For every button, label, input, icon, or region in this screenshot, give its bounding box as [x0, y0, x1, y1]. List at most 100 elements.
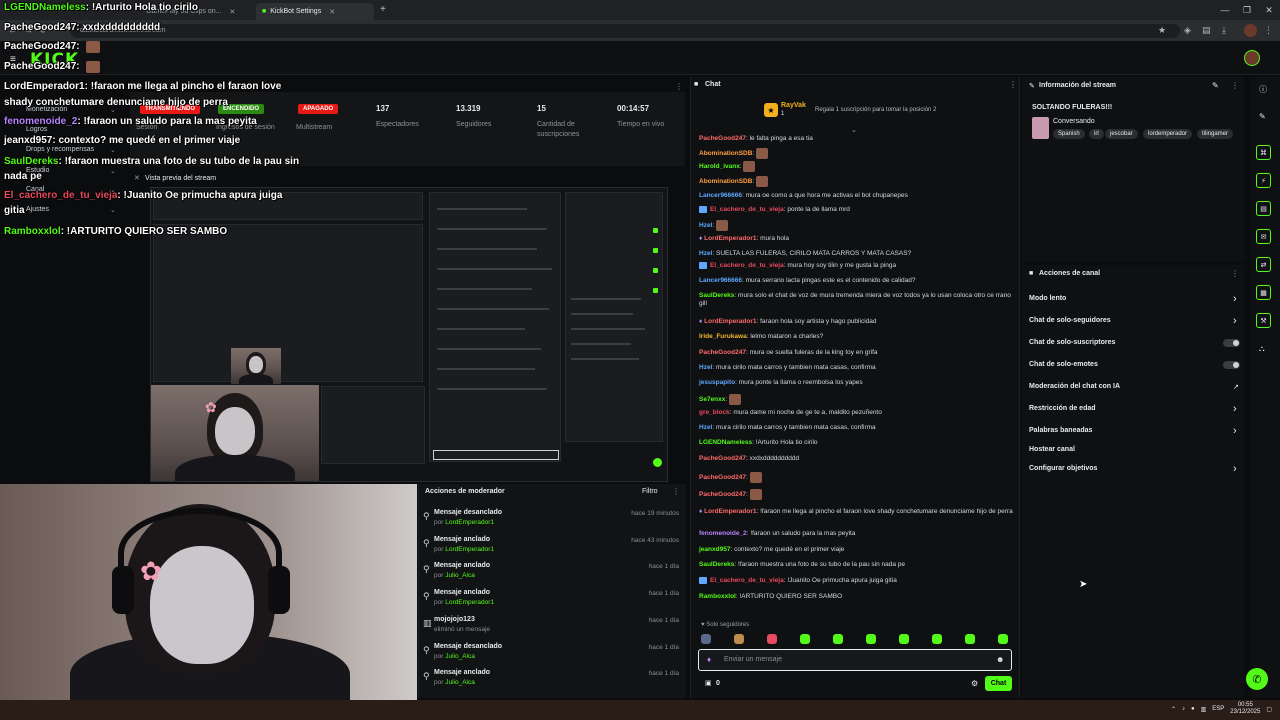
scroll-down-icon[interactable]: ⌄: [851, 126, 857, 134]
chat-username[interactable]: fenomenoide_2: [699, 530, 747, 537]
emote-button[interactable]: [932, 634, 942, 644]
chat-username[interactable]: Hzel: [699, 222, 712, 229]
chat-username[interactable]: LordEmperador1: [704, 318, 756, 325]
chat-username[interactable]: LordEmperador1: [704, 508, 756, 515]
category-name[interactable]: Conversando: [1053, 118, 1095, 125]
sidebar-item-ajustes[interactable]: Ajustes: [26, 206, 49, 213]
close-tab-icon[interactable]: ✕: [329, 8, 335, 16]
gift-prompt[interactable]: Regala 1 suscripción para tomar la posic…: [815, 107, 936, 113]
extension-icon[interactable]: ◈: [1184, 25, 1191, 36]
rail-share-icon[interactable]: ⛬: [1259, 344, 1265, 354]
toggle-switch[interactable]: [1223, 339, 1240, 347]
filter-button[interactable]: Filtro: [642, 488, 658, 495]
chat-input[interactable]: ♦ Enviar un mensaje ☻: [698, 649, 1012, 671]
mod-action-user[interactable]: eliminó un mensaje: [434, 626, 490, 633]
chevron-right-icon[interactable]: ›: [1233, 315, 1237, 327]
emote-button[interactable]: [899, 634, 909, 644]
emote-button[interactable]: [734, 634, 744, 644]
emote-button[interactable]: [701, 634, 711, 644]
chat-username[interactable]: Harold_ivanx: [699, 163, 740, 170]
edit-icon[interactable]: ✎: [1212, 81, 1219, 90]
chat-username[interactable]: Hzel: [699, 250, 712, 257]
chat-username[interactable]: Hzel: [699, 424, 712, 431]
maximize-icon[interactable]: ❐: [1236, 0, 1258, 20]
chat-username[interactable]: PacheGood247: [699, 474, 746, 481]
new-tab-button[interactable]: +: [380, 4, 386, 15]
browser-tab-active[interactable]: ■ KickBot Settings ✕: [256, 3, 374, 20]
rail-bolt-icon[interactable]: ⚡: [1256, 173, 1271, 188]
mod-menu-icon[interactable]: ⋮: [672, 487, 680, 496]
user-avatar[interactable]: [1244, 50, 1260, 66]
stream-preview[interactable]: ✿: [150, 187, 668, 482]
points-icon[interactable]: ▣: [705, 679, 712, 687]
notification-icon[interactable]: ▢: [1266, 706, 1272, 713]
chat-username[interactable]: Se7enxx: [699, 396, 725, 403]
volume-icon[interactable]: ♪: [1182, 706, 1185, 712]
channel-action-item[interactable]: Hostear canal: [1029, 446, 1075, 453]
chat-username[interactable]: AbominationSDB: [699, 150, 752, 157]
mod-action-user[interactable]: LordEmperador1: [445, 599, 494, 606]
chat-username[interactable]: SaulDereks: [699, 292, 734, 299]
mod-action-user[interactable]: Julio_Alca: [445, 653, 475, 660]
stats-menu-icon[interactable]: ⋮: [675, 82, 683, 91]
bookmark-star-icon[interactable]: ★: [1158, 25, 1166, 36]
chat-username[interactable]: LordEmperador1: [704, 235, 756, 242]
rail-panel-icon[interactable]: ▦: [1256, 285, 1271, 300]
close-tab-icon[interactable]: ✕: [229, 8, 235, 16]
chat-settings-gear-icon[interactable]: ⚙: [971, 679, 978, 688]
mod-action-user[interactable]: Julio_Alca: [445, 572, 475, 579]
chevron-right-icon[interactable]: ›: [1233, 293, 1237, 305]
info-icon[interactable]: ⓘ: [1259, 84, 1267, 95]
emote-button[interactable]: [866, 634, 876, 644]
browser-menu-icon[interactable]: ⋮: [1264, 25, 1273, 36]
sidepanel-icon[interactable]: ▤: [1202, 25, 1211, 36]
channel-action-item[interactable]: Chat de solo-suscriptores: [1029, 339, 1115, 346]
chevron-right-icon[interactable]: ›: [1233, 425, 1237, 437]
chat-username[interactable]: SaulDereks: [699, 561, 734, 568]
chat-username[interactable]: PacheGood247: [699, 135, 746, 142]
chevron-right-icon[interactable]: ›: [1233, 463, 1237, 475]
sidebar-item-drops[interactable]: Drops y recompensas: [26, 146, 94, 153]
chat-username[interactable]: El_cachero_de_tu_vieja: [710, 577, 784, 584]
mod-action-user[interactable]: LordEmperador1: [445, 546, 494, 553]
profile-avatar[interactable]: [1244, 24, 1257, 37]
collapse-icon[interactable]: ✕: [134, 174, 140, 182]
chevron-right-icon[interactable]: ›: [1233, 403, 1237, 415]
rail-chat-icon[interactable]: ✉: [1256, 229, 1271, 244]
emote-button[interactable]: [800, 634, 810, 644]
send-chat-button[interactable]: Chat: [985, 676, 1012, 691]
emote-button[interactable]: [965, 634, 975, 644]
toggle-switch[interactable]: [1223, 361, 1240, 369]
channel-action-item[interactable]: Chat de solo-seguidores: [1029, 317, 1111, 324]
chat-username[interactable]: El_cachero_de_tu_vieja: [710, 206, 784, 213]
channel-actions-menu-icon[interactable]: ⋮: [1231, 269, 1239, 278]
emote-button[interactable]: [998, 634, 1008, 644]
channel-action-item[interactable]: Configurar objetivos: [1029, 465, 1097, 472]
chat-username[interactable]: PacheGood247: [699, 455, 746, 462]
chat-username[interactable]: El_cachero_de_tu_vieja: [710, 262, 784, 269]
chat-username[interactable]: PacheGood247: [699, 491, 746, 498]
chat-username[interactable]: jeanxd957: [699, 546, 730, 553]
download-icon[interactable]: ⤓: [1222, 25, 1226, 36]
stream-info-menu-icon[interactable]: ⋮: [1231, 81, 1239, 90]
minimize-icon[interactable]: —: [1214, 0, 1236, 20]
chat-username[interactable]: PacheGood247: [699, 349, 746, 356]
lang-indicator[interactable]: ESP: [1212, 706, 1224, 712]
channel-action-item[interactable]: Chat de solo-emotes: [1029, 361, 1098, 368]
chevron-up-icon[interactable]: ⌃: [1171, 706, 1176, 713]
rail-raid-icon[interactable]: ⇄: [1256, 257, 1271, 272]
chat-username[interactable]: Lancer966666: [699, 192, 742, 199]
chat-username[interactable]: LGENDNameless: [699, 439, 752, 446]
chat-username[interactable]: Lancer966666: [699, 277, 742, 284]
chat-username[interactable]: AbominationSDB: [699, 178, 752, 185]
rail-wrench-icon[interactable]: ⚒: [1256, 313, 1271, 328]
emote-button[interactable]: [767, 634, 777, 644]
support-fab-icon[interactable]: ✆: [1246, 668, 1268, 690]
pencil-icon[interactable]: ✎: [1259, 112, 1266, 121]
gift-leader-name[interactable]: RayVak: [781, 102, 806, 109]
mod-action-user[interactable]: LordEmperador1: [445, 519, 494, 526]
emoji-icon[interactable]: ☻: [996, 655, 1004, 664]
channel-action-item[interactable]: Restricción de edad: [1029, 405, 1096, 412]
mic-icon[interactable]: ●: [1191, 706, 1195, 712]
chat-username[interactable]: Iride_Furukawa: [699, 333, 747, 340]
